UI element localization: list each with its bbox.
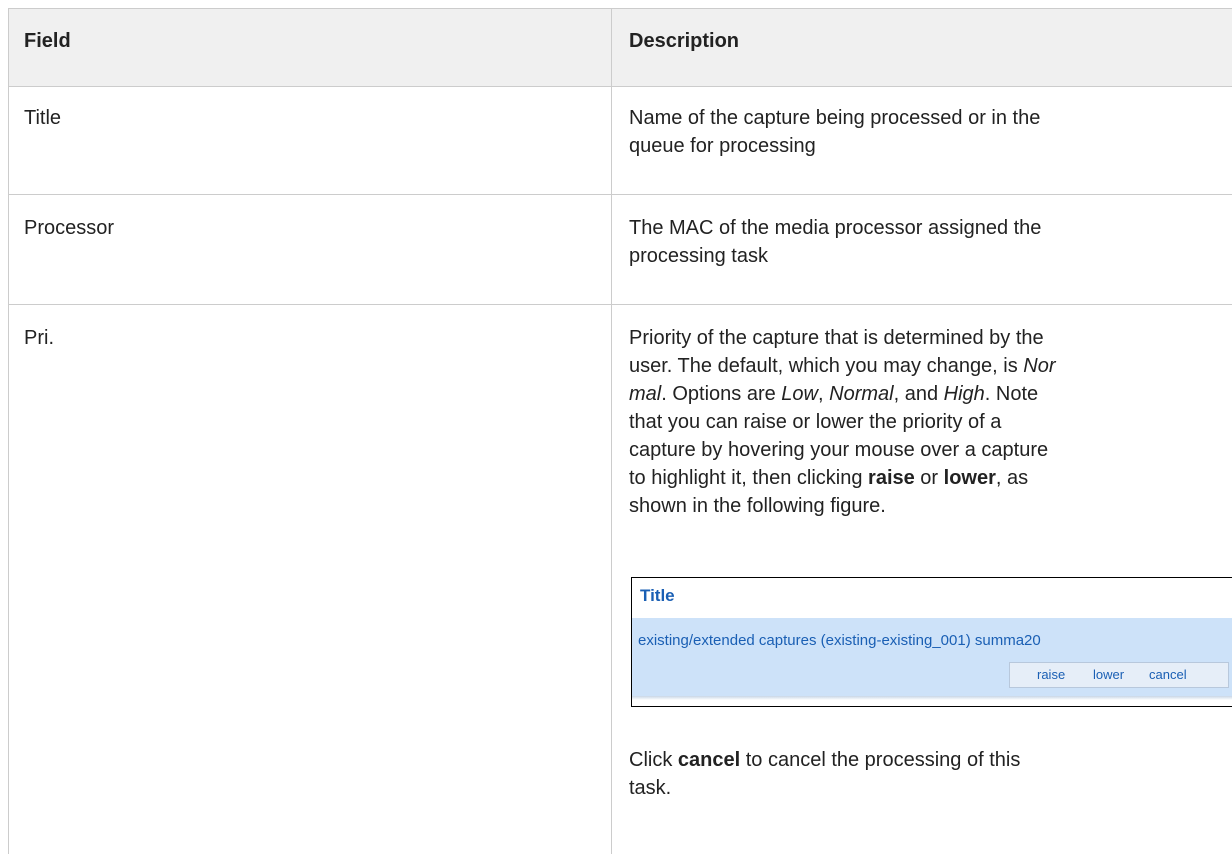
italic-run: Normal: [829, 383, 894, 405]
text-run: , and: [893, 383, 944, 405]
row-divider: [9, 194, 1232, 195]
description-line: processing task: [629, 245, 768, 267]
priority-figure: Title existing/extended captures (existi…: [631, 577, 1232, 707]
figure-capture-row[interactable]: existing/extended captures (existing-exi…: [632, 618, 1232, 700]
description-line: The MAC of the media processor assigned …: [629, 217, 1042, 239]
bold-run: raise: [868, 467, 915, 489]
italic-run: mal: [629, 383, 662, 405]
figure-capture-text[interactable]: existing/extended captures (existing-exi…: [638, 632, 1041, 649]
text-run: to highlight it, then clicking: [629, 467, 869, 489]
description-line: Name of the capture being processed or i…: [629, 107, 1041, 129]
table-header: Field Description: [9, 9, 1232, 86]
text-run: . Options are: [661, 383, 782, 405]
header-field: Field: [24, 30, 71, 52]
text-run: to cancel the processing of this: [740, 749, 1021, 771]
description-line: user. The default, which you may change,…: [629, 352, 1199, 380]
row-title-field: Title: [24, 107, 62, 129]
raise-link[interactable]: raise: [1037, 667, 1065, 682]
italic-run: High: [943, 383, 985, 405]
description-line: to highlight it, then clicking raise or …: [629, 464, 1199, 492]
description-line: queue for processing: [629, 135, 816, 157]
row-title-description: Name of the capture being processed or i…: [629, 104, 1189, 160]
row-priority-field: Pri.: [24, 327, 54, 349]
figure-title-bar: Title: [632, 578, 1232, 618]
text-run: , as: [995, 467, 1029, 489]
italic-run: Low: [781, 383, 818, 405]
figure-title: Title: [640, 586, 675, 605]
row-priority-description: Priority of the capture that is determin…: [629, 324, 1199, 520]
text-run: ,: [818, 383, 830, 405]
description-line: shown in the following figure.: [629, 495, 886, 517]
description-line: Priority of the capture that is determin…: [629, 327, 1044, 349]
text-run: . Note: [984, 383, 1039, 405]
cancel-instruction: Click cancel to cancel the processing of…: [629, 746, 1199, 802]
row-divider: [9, 304, 1232, 305]
figure-action-bar: raise lower cancel: [1009, 662, 1229, 688]
description-line: Click cancel to cancel the processing of…: [629, 746, 1199, 774]
text-run: user. The default, which you may change,…: [629, 355, 1024, 377]
figure-shadow: [632, 696, 1232, 700]
description-line: mal. Options are Low, Normal, and High. …: [629, 380, 1199, 408]
bold-run: lower: [943, 467, 996, 489]
row-processor-field: Processor: [24, 217, 115, 239]
description-line: task.: [629, 777, 672, 799]
column-divider: [611, 8, 612, 854]
text-run: or: [914, 467, 944, 489]
text-run: Click: [629, 749, 678, 771]
row-divider: [9, 86, 1232, 87]
description-line: that you can raise or lower the priority…: [629, 411, 1002, 433]
cancel-link[interactable]: cancel: [1149, 667, 1187, 682]
description-line: capture by hovering your mouse over a ca…: [629, 439, 1049, 461]
bold-run: cancel: [677, 749, 741, 771]
lower-link[interactable]: lower: [1093, 667, 1124, 682]
italic-run: Nor: [1023, 355, 1056, 377]
header-description: Description: [629, 30, 740, 52]
row-processor-description: The MAC of the media processor assigned …: [629, 214, 1189, 270]
